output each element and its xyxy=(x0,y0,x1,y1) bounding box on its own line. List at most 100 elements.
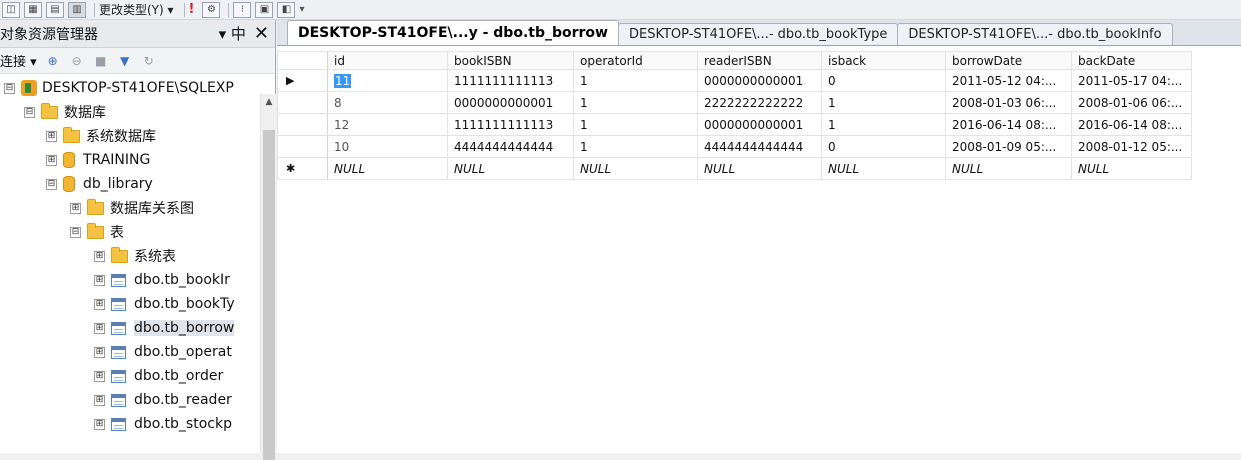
tab-tb-borrow[interactable]: DESKTOP-ST41OFE\...y - dbo.tb_borrow xyxy=(287,20,619,45)
new-row-icon[interactable]: ✱ xyxy=(277,157,328,180)
grid-cell[interactable]: 4444444444444 xyxy=(447,135,574,158)
tree-node-databases[interactable]: ⊟ 数据库 xyxy=(24,100,106,124)
execute-sql-icon[interactable]: ! xyxy=(189,2,195,17)
verify-sql-icon[interactable]: ⚙ xyxy=(202,1,221,18)
table-row[interactable]: 10 4444444444444 1 4444444444444 0 2008-… xyxy=(277,135,1192,158)
tree-node-table-order[interactable]: ⊞ dbo.tb_order xyxy=(94,364,223,388)
grid-cell[interactable]: 2011-05-17 04:... xyxy=(1071,69,1192,92)
grid-cell[interactable]: 2016-06-14 08:... xyxy=(945,113,1072,136)
current-row-icon[interactable]: ▶ xyxy=(277,69,328,92)
grid-cell[interactable]: 2008-01-09 05:... xyxy=(945,135,1072,158)
pin-icon[interactable]: ▾ 中 xyxy=(219,23,246,44)
grid-cell[interactable]: 0 xyxy=(821,69,946,92)
row-indicator[interactable] xyxy=(277,135,328,158)
grid-cell[interactable]: 2016-06-14 08:... xyxy=(1071,113,1192,136)
grid-cell[interactable]: NULL xyxy=(447,157,574,180)
sql-pane-icon[interactable]: ▤ xyxy=(46,1,64,18)
grid-cell[interactable]: 1 xyxy=(573,113,698,136)
grid-cell[interactable]: 1111111111113 xyxy=(447,113,574,136)
grid-cell[interactable]: NULL xyxy=(327,157,448,180)
scrollbar-thumb[interactable] xyxy=(263,130,275,460)
grid-cell[interactable]: 0000000000001 xyxy=(697,69,822,92)
grid-cell[interactable]: 2008-01-12 05:... xyxy=(1071,135,1192,158)
grid-cell[interactable]: 0000000000001 xyxy=(447,91,574,114)
add-table-icon[interactable]: ▣ xyxy=(255,1,274,18)
column-header[interactable]: isback xyxy=(821,51,946,70)
expand-icon[interactable]: ⊞ xyxy=(94,250,105,262)
connect-button[interactable]: 连接 ▾ xyxy=(0,51,37,70)
tree-node-db-library[interactable]: ⊟ db_library xyxy=(46,172,153,196)
diagram-pane-icon[interactable]: ◫ xyxy=(2,1,20,18)
collapse-icon[interactable]: ⊟ xyxy=(70,226,81,238)
row-indicator[interactable] xyxy=(277,91,328,114)
expand-icon[interactable]: ⊞ xyxy=(94,418,105,430)
stop-icon[interactable]: ■ xyxy=(93,54,109,68)
expand-icon[interactable]: ⊞ xyxy=(94,346,105,358)
collapse-icon[interactable]: ⊟ xyxy=(4,82,15,94)
grid-cell[interactable]: 1 xyxy=(821,91,946,114)
group-by-icon[interactable]: ⁝ xyxy=(233,1,252,18)
grid-cell[interactable]: 0 xyxy=(821,135,946,158)
criteria-pane-icon[interactable]: ▦ xyxy=(24,1,42,18)
table-row[interactable]: 8 0000000000001 1 2222222222222 1 2008-0… xyxy=(277,91,1192,114)
filter-icon[interactable]: ▼ xyxy=(117,54,133,68)
tree-node-system-databases[interactable]: ⊞ 系统数据库 xyxy=(46,124,156,148)
grid-cell[interactable]: 2011-05-12 04:... xyxy=(945,69,1072,92)
grid-cell[interactable]: NULL xyxy=(697,157,822,180)
collapse-icon[interactable]: ⊟ xyxy=(24,106,35,118)
table-row[interactable]: ▶ 11 1111111111113 1 0000000000001 0 201… xyxy=(277,69,1192,92)
grid-cell[interactable]: 1 xyxy=(821,113,946,136)
expand-icon[interactable]: ⊞ xyxy=(94,394,105,406)
tree-node-table-stockpile[interactable]: ⊞ dbo.tb_stockp xyxy=(94,412,232,436)
tree-node-table-operator[interactable]: ⊞ dbo.tb_operat xyxy=(94,340,232,364)
collapse-icon[interactable]: ⊟ xyxy=(46,178,57,190)
expand-icon[interactable]: ⊞ xyxy=(94,370,105,382)
change-type-button[interactable]: 更改类型(Y) ▾ xyxy=(99,1,174,18)
expand-icon[interactable]: ⊞ xyxy=(46,130,57,142)
tree-node-server[interactable]: ⊟ DESKTOP-ST41OFE\SQLEXP xyxy=(4,76,234,100)
new-row[interactable]: ✱ NULL NULL NULL NULL NULL NULL NULL xyxy=(277,157,1192,180)
selected-cell-text[interactable]: 11 xyxy=(334,73,352,88)
results-pane-icon[interactable]: ▥ xyxy=(68,1,86,18)
grid-cell[interactable]: 2008-01-06 06:... xyxy=(1071,91,1192,114)
grid-cell[interactable]: NULL xyxy=(945,157,1072,180)
grid-cell[interactable]: NULL xyxy=(821,157,946,180)
tree-node-table-booktype[interactable]: ⊞ dbo.tb_bookTy xyxy=(94,292,235,316)
object-tree-scrollbar[interactable]: ▲ xyxy=(260,94,276,460)
tree-node-table-borrow[interactable]: ⊞ dbo.tb_borrow xyxy=(94,316,235,340)
toolbar-overflow-icon[interactable]: ▾ xyxy=(299,4,304,15)
grid-cell[interactable]: NULL xyxy=(1071,157,1192,180)
expand-icon[interactable]: ⊞ xyxy=(46,154,57,166)
tree-node-training[interactable]: ⊞ TRAINING xyxy=(46,148,150,172)
disconnect-icon[interactable]: ⊖ xyxy=(69,54,85,68)
refresh-icon[interactable]: ↻ xyxy=(141,54,157,68)
tree-node-db-diagrams[interactable]: ⊞ 数据库关系图 xyxy=(70,196,194,220)
grid-cell[interactable]: 1 xyxy=(573,91,698,114)
close-icon[interactable]: ✕ xyxy=(254,23,269,44)
tree-node-table-reader[interactable]: ⊞ dbo.tb_reader xyxy=(94,388,232,412)
column-header[interactable]: id xyxy=(327,51,448,70)
grid-cell[interactable]: 1 xyxy=(573,135,698,158)
table-row[interactable]: 12 1111111111113 1 0000000000001 1 2016-… xyxy=(277,113,1192,136)
expand-icon[interactable]: ⊞ xyxy=(94,274,105,286)
column-header[interactable]: operatorId xyxy=(573,51,698,70)
tab-tb-booktype[interactable]: DESKTOP-ST41OFE\...- dbo.tb_bookType xyxy=(617,23,899,45)
tab-tb-bookinfo[interactable]: DESKTOP-ST41OFE\...- dbo.tb_bookInfo xyxy=(897,23,1173,45)
grid-cell[interactable]: 10 xyxy=(327,135,448,158)
expand-icon[interactable]: ⊞ xyxy=(94,322,105,334)
grid-cell[interactable]: 11 xyxy=(327,69,448,92)
grid-cell[interactable]: 0000000000001 xyxy=(697,113,822,136)
grid-cell[interactable]: 2008-01-03 06:... xyxy=(945,91,1072,114)
add-derived-table-icon[interactable]: ◧ xyxy=(277,1,296,18)
tree-node-system-tables[interactable]: ⊞ 系统表 xyxy=(94,244,176,268)
grid-cell[interactable]: 12 xyxy=(327,113,448,136)
tree-node-table-bookinfo[interactable]: ⊞ dbo.tb_bookIr xyxy=(94,268,230,292)
connect-server-icon[interactable]: ⊕ xyxy=(45,54,61,68)
grid-cell[interactable]: 8 xyxy=(327,91,448,114)
column-header[interactable]: backDate xyxy=(1071,51,1192,70)
expand-icon[interactable]: ⊞ xyxy=(94,298,105,310)
column-header[interactable]: borrowDate xyxy=(945,51,1072,70)
grid-cell[interactable]: 1 xyxy=(573,69,698,92)
grid-cell[interactable]: 2222222222222 xyxy=(697,91,822,114)
column-header[interactable]: bookISBN xyxy=(447,51,574,70)
